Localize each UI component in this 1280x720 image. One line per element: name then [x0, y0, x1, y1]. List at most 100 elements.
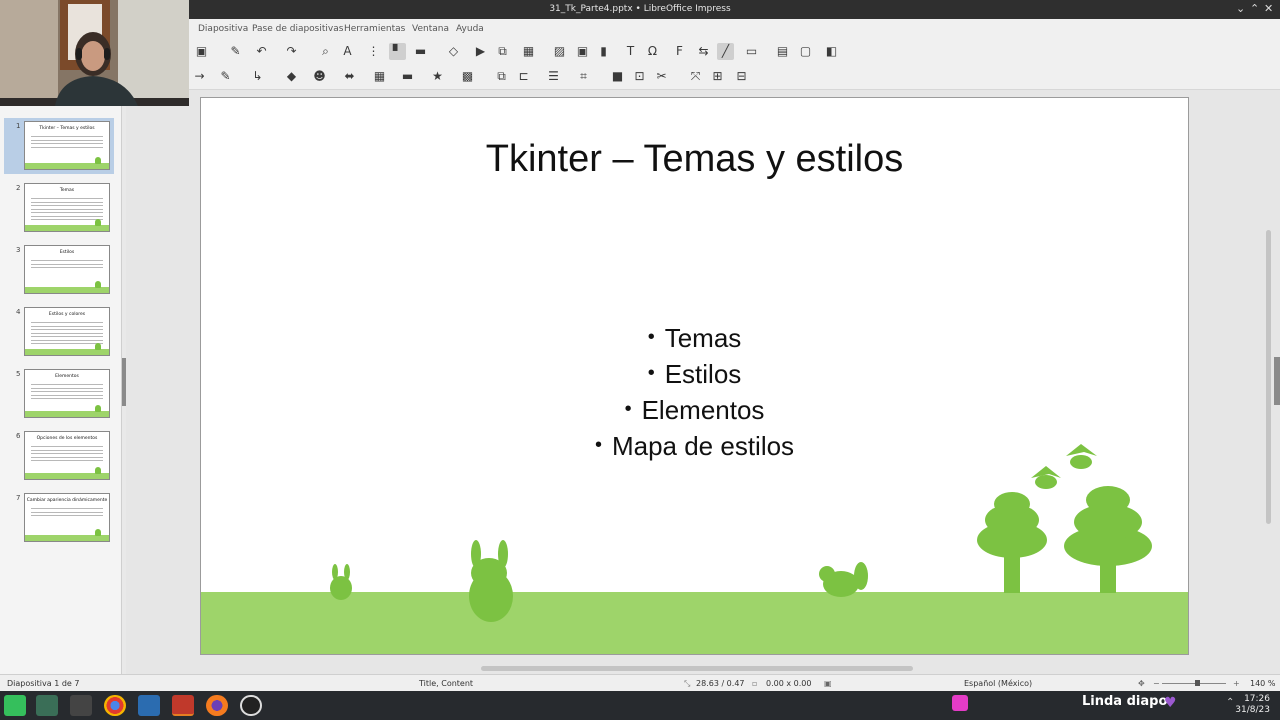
align-icon[interactable]: ⊏	[515, 68, 532, 85]
chart-icon[interactable]: ▮	[595, 43, 612, 60]
bullet-item[interactable]: Temas	[201, 320, 1188, 356]
bullet-item[interactable]: Estilos	[201, 356, 1188, 392]
image-icon[interactable]: ▨	[551, 43, 568, 60]
clone-format-icon[interactable]: ✎	[227, 43, 244, 60]
basic-shapes-icon[interactable]: ◆	[283, 68, 300, 85]
slide-preview[interactable]: Estilos y colores	[24, 307, 110, 356]
fit-slide-icon[interactable]: ✥	[1138, 679, 1145, 688]
crop-icon[interactable]: ⊡	[631, 68, 648, 85]
language-indicator[interactable]: Español (México)	[964, 679, 1032, 688]
connector-icon[interactable]: ↳	[249, 68, 266, 85]
menu-herramientas[interactable]: Herramientas	[344, 24, 405, 34]
system-clock[interactable]: 17:26 31/8/23	[1235, 694, 1270, 716]
symbol-shapes-icon[interactable]: ☻	[311, 68, 328, 85]
app-menu-icon[interactable]	[4, 695, 26, 716]
undo-icon[interactable]: ↶	[253, 43, 270, 60]
paste-icon[interactable]: ▣	[193, 43, 210, 60]
slideshow-current-icon[interactable]: ⧉	[494, 43, 511, 60]
firefox-icon[interactable]	[206, 695, 228, 716]
special-char-icon[interactable]: Ω	[644, 43, 661, 60]
cursor-position: 28.63 / 0.47	[696, 679, 745, 688]
slide-thumbnail[interactable]: 3 Estilos	[4, 242, 114, 298]
zoom-out-icon[interactable]: −	[1153, 679, 1160, 688]
slide-thumbnail[interactable]: 5 Elementos	[4, 366, 114, 422]
slide-preview-line	[31, 260, 103, 261]
terminal-icon[interactable]	[70, 695, 92, 716]
slide-preview[interactable]: Opciones de los elementos	[24, 431, 110, 480]
distribute-icon[interactable]: ⌗	[575, 68, 592, 85]
bullet-item[interactable]: Elementos	[201, 392, 1188, 428]
horizontal-scrollbar[interactable]	[481, 666, 913, 671]
menu-pase-de-diapositivas[interactable]: Pase de diapositivas	[252, 24, 343, 34]
stars-icon[interactable]: ★	[429, 68, 446, 85]
3d-objects-icon[interactable]: ▩	[459, 68, 476, 85]
glue-points-icon[interactable]: ⊟	[733, 68, 750, 85]
menu-ayuda[interactable]: Ayuda	[456, 24, 484, 34]
zoom-slider-thumb[interactable]	[1195, 680, 1200, 686]
slide-thumbnail[interactable]: 2 Temas	[4, 180, 114, 236]
menu-ventana[interactable]: Ventana	[412, 24, 449, 34]
curve-icon[interactable]: ✎	[217, 68, 234, 85]
zoom-level[interactable]: 140 %	[1250, 679, 1275, 688]
menu-diapositiva[interactable]: Diapositiva	[198, 24, 248, 34]
table-icon[interactable]: ▦	[520, 43, 537, 60]
slide-preview-line	[31, 384, 103, 385]
maximize-icon[interactable]: ⌃	[1250, 2, 1259, 15]
transformations-icon[interactable]: ⧉	[493, 68, 510, 85]
zoom-slider[interactable]	[1162, 683, 1226, 684]
field-icon[interactable]: ▢	[797, 43, 814, 60]
comment-icon[interactable]: ▭	[743, 43, 760, 60]
chrome-icon[interactable]	[104, 695, 126, 716]
slide-preview[interactable]: Cambiar apariencia dinámicamente	[24, 493, 110, 542]
save-status-icon[interactable]: ▣	[824, 679, 832, 688]
spelling-icon[interactable]: A	[339, 43, 356, 60]
points-icon[interactable]: ⊞	[709, 68, 726, 85]
files-icon[interactable]	[36, 695, 58, 716]
slide-thumbnail[interactable]: 1 Tkinter – Temas y estilos	[4, 118, 114, 174]
close-icon[interactable]: ✕	[1264, 2, 1273, 15]
vscode-icon[interactable]	[138, 695, 160, 716]
slide-title[interactable]: Tkinter – Temas y estilos	[201, 138, 1188, 181]
slide-preview[interactable]: Elementos	[24, 369, 110, 418]
slide-preview[interactable]: Temas	[24, 183, 110, 232]
slide-layout-icon[interactable]: ▬	[412, 43, 429, 60]
minimize-icon[interactable]: ⌄	[1236, 2, 1245, 15]
find-icon[interactable]: ⌕	[317, 43, 334, 60]
slide-number: 2	[16, 184, 21, 192]
toggle-extrusion-icon[interactable]: ⤧	[687, 68, 704, 85]
arrange-icon[interactable]: ☰	[545, 68, 562, 85]
hyperlink-icon[interactable]: ⇆	[695, 43, 712, 60]
slide-preview[interactable]: Tkinter – Temas y estilos	[24, 121, 110, 170]
obs-icon[interactable]	[240, 695, 262, 716]
redo-icon[interactable]: ↷	[283, 43, 300, 60]
slide-number: 1	[16, 122, 21, 130]
vertical-scrollbar[interactable]	[1266, 230, 1271, 524]
slide-preview-line	[31, 136, 103, 137]
filter-icon[interactable]: ✂	[653, 68, 670, 85]
header-footer-icon[interactable]: ▤	[774, 43, 791, 60]
fontwork-icon[interactable]: F	[671, 43, 688, 60]
impress-icon[interactable]	[172, 695, 194, 716]
current-slide[interactable]: Tkinter – Temas y estilos Temas Estilos …	[200, 97, 1189, 655]
display-views-icon[interactable]: ▘	[389, 43, 406, 60]
textbox-icon[interactable]: T	[622, 43, 639, 60]
tray-expand-icon[interactable]: ⌃	[1226, 697, 1234, 708]
slide-thumbnail[interactable]: 6 Opciones de los elementos	[4, 428, 114, 484]
media-icon[interactable]: ▣	[574, 43, 591, 60]
new-slide-icon[interactable]: ◇	[445, 43, 462, 60]
flowchart-icon[interactable]: ▦	[371, 68, 388, 85]
callouts-icon[interactable]: ▬	[399, 68, 416, 85]
shadow-icon[interactable]: ■	[609, 68, 626, 85]
line-icon[interactable]: →	[191, 68, 208, 85]
tree-icon	[95, 405, 101, 412]
start-slideshow-icon[interactable]: ▶	[472, 43, 489, 60]
block-arrows-icon[interactable]: ⬌	[341, 68, 358, 85]
draw-line-icon[interactable]: ╱	[717, 43, 734, 60]
slide-preview[interactable]: Estilos	[24, 245, 110, 294]
show-sidebar-icon[interactable]: ◧	[823, 43, 840, 60]
zoom-in-icon[interactable]: +	[1233, 679, 1240, 688]
slide-thumbnail[interactable]: 4 Estilos y colores	[4, 304, 114, 360]
sidebar-handle[interactable]	[1274, 357, 1280, 405]
grid-icon[interactable]: ⋮	[365, 43, 382, 60]
slide-thumbnail[interactable]: 7 Cambiar apariencia dinámicamente	[4, 490, 114, 546]
